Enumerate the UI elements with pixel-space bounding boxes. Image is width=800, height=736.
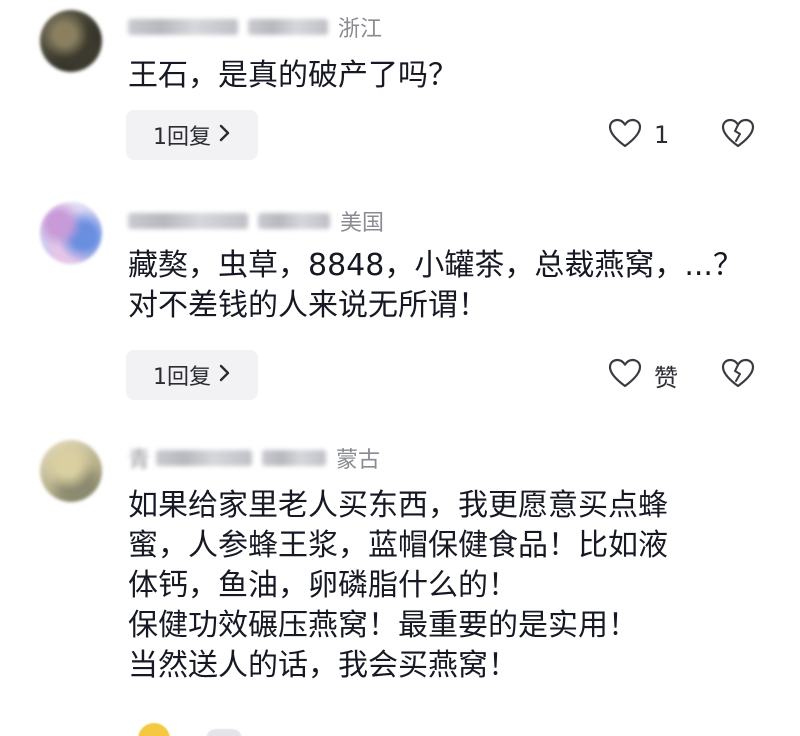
comment-meta: 浙江: [128, 12, 382, 42]
username-partial[interactable]: 青: [128, 442, 150, 474]
dislike-button[interactable]: [720, 350, 756, 400]
chevron-right-icon: [219, 123, 231, 148]
comment-meta: 青 蒙古: [128, 443, 380, 473]
like-button[interactable]: 赞: [608, 350, 678, 400]
chevron-right-icon: [219, 363, 231, 388]
ip-location: 蒙古: [336, 448, 381, 473]
ip-location: 美国: [340, 211, 385, 236]
comment-text-truncated: [128, 718, 242, 736]
dislike-button[interactable]: [720, 110, 756, 160]
comment-text: 王石，是真的破产了吗？: [128, 58, 458, 93]
like-count: 1: [654, 121, 670, 149]
timestamp-blurred: [248, 19, 328, 35]
avatar[interactable]: [40, 202, 102, 264]
avatar[interactable]: [40, 10, 102, 72]
view-replies-button[interactable]: 1回复: [126, 350, 258, 400]
heart-outline-icon: [608, 358, 642, 392]
view-replies-button[interactable]: 1回复: [126, 110, 258, 160]
username-blurred[interactable]: [128, 213, 248, 229]
ip-location: 浙江: [338, 17, 383, 42]
comment-text: 如果给家里老人买东西，我更愿意买点蜂 蜜，人参蜂王浆，蓝帽保健食品！比如液 体钙…: [128, 488, 668, 683]
username-blurred[interactable]: [128, 19, 238, 35]
reply-count-label: 1回复: [153, 365, 211, 390]
avatar[interactable]: [40, 440, 102, 502]
timestamp-blurred: [262, 450, 327, 466]
comment-meta: 美国: [128, 206, 384, 236]
emoji-icon: [138, 722, 170, 736]
username-blurred[interactable]: [156, 450, 253, 466]
heart-outline-icon: [608, 118, 642, 152]
reply-count-label: 1回复: [153, 125, 211, 150]
comment-text: 藏獒，虫草，8848，小罐茶，总裁燕窝，...？ 对不差钱的人来说无所谓！: [128, 248, 743, 323]
broken-heart-icon: [721, 118, 755, 152]
timestamp-blurred: [258, 213, 330, 229]
like-button[interactable]: 1: [608, 110, 669, 160]
comment-list: 浙江 王石，是真的破产了吗？ 1回复 1 美国 藏獒，虫草，8848，小罐茶，总…: [0, 0, 800, 736]
broken-heart-icon: [721, 358, 755, 392]
like-label: 赞: [654, 363, 678, 392]
inline-sticker-icon: [205, 728, 242, 736]
